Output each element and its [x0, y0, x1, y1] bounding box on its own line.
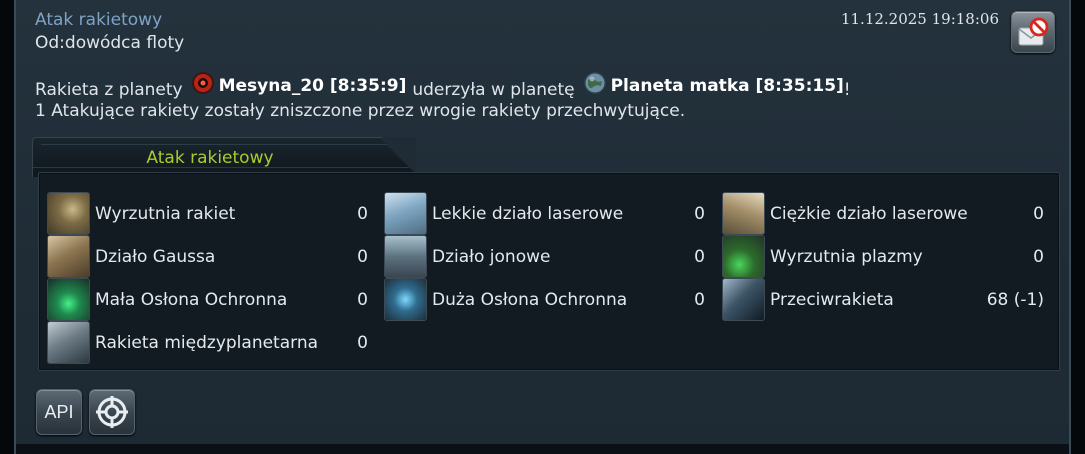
target-planet-link[interactable]: Planeta matka [8:35:15] [611, 76, 844, 96]
unit-rocket-launcher: Wyrzutnia rakiet 0 [47, 192, 368, 235]
unit-heavy-laser: Ciężkie działo laserowe 0 [722, 192, 1044, 235]
unit-gauss-cannon: Działo Gaussa 0 [47, 235, 368, 278]
unit-light-laser: Lekkie działo laserowe 0 [384, 192, 705, 235]
unit-small-shield-dome: Mała Osłona Ochronna 0 [47, 278, 368, 321]
attack-summary-line: Rakieta z planety Mesyna_20 [8:35:9] ude… [35, 72, 851, 100]
ion-cannon-icon [384, 235, 427, 278]
unit-count: 0 [357, 332, 368, 353]
unit-name: Działo jonowe [432, 246, 551, 267]
unit-name: Wyrzutnia plazmy [770, 246, 923, 267]
crosshair-icon [96, 396, 128, 428]
unit-interplanetary-missile: Rakieta międzyplanetarna 0 [47, 321, 368, 364]
unit-count: 68 (-1) [986, 289, 1044, 310]
summary-prefix: Rakieta z planety [35, 80, 183, 100]
mail-delete-icon [1018, 17, 1049, 46]
interplanetary-missile-icon [47, 321, 90, 364]
unit-count: 0 [357, 203, 368, 224]
unit-name: Duża Osłona Ochronna [432, 289, 628, 310]
coordinates-target-button[interactable] [89, 389, 135, 435]
unit-ion-cannon: Działo jonowe 0 [384, 235, 705, 278]
message-sender: Od:dowódca floty [35, 33, 185, 53]
delete-message-button[interactable] [1011, 11, 1055, 53]
unit-name: Lekkie działo laserowe [432, 203, 624, 224]
unit-name: Wyrzutnia rakiet [95, 203, 236, 224]
unit-name: Rakieta międzyplanetarna [95, 332, 319, 353]
api-button-label: API [44, 401, 74, 422]
anti-ballistic-missile-icon [722, 278, 765, 321]
message-subject: Atak rakietowy [35, 10, 163, 30]
plasma-turret-icon [722, 235, 765, 278]
home-planet-icon[interactable] [583, 71, 607, 95]
rocket-launcher-icon [47, 192, 90, 235]
unit-count: 0 [1033, 246, 1044, 267]
unit-anti-ballistic-missile: Przeciwrakieta 68 (-1) [722, 278, 1044, 321]
summary-suffix: ! [843, 80, 851, 100]
light-laser-icon [384, 192, 427, 235]
message-date: 11.12.2025 19:18:06 [840, 10, 999, 28]
tab-stripe [41, 144, 401, 145]
unit-count: 0 [694, 289, 705, 310]
unit-count: 0 [357, 289, 368, 310]
unit-name: Ciężkie działo laserowe [770, 203, 968, 224]
report-tab[interactable]: Atak rakietowy [32, 137, 416, 177]
unit-plasma-turret: Wyrzutnia plazmy 0 [722, 235, 1044, 278]
report-tab-label: Atak rakietowy [146, 148, 274, 168]
interception-note: 1 Atakujące rakiety zostały zniszczone p… [35, 101, 686, 121]
message-panel: Atak rakietowy Od:dowódca floty 11.12.20… [14, 0, 1071, 454]
summary-middle: uderzyła w planetę [412, 80, 575, 100]
unit-name: Przeciwrakieta [770, 289, 894, 310]
defense-report-panel: Wyrzutnia rakiet 0 Lekkie działo laserow… [38, 172, 1060, 371]
source-planet-link[interactable]: Mesyna_20 [8:35:9] [219, 76, 407, 96]
unit-name: Działo Gaussa [95, 246, 216, 267]
unit-count: 0 [694, 203, 705, 224]
gauss-cannon-icon [47, 235, 90, 278]
unit-name: Mała Osłona Ochronna [95, 289, 288, 310]
unit-count: 0 [357, 246, 368, 267]
unit-count: 0 [1033, 203, 1044, 224]
panel-bottom-edge [16, 444, 1069, 454]
api-button[interactable]: API [36, 389, 82, 435]
enemy-planet-icon[interactable] [191, 71, 215, 95]
heavy-laser-icon [722, 192, 765, 235]
unit-large-shield-dome: Duża Osłona Ochronna 0 [384, 278, 705, 321]
small-shield-dome-icon [47, 278, 90, 321]
unit-count: 0 [694, 246, 705, 267]
large-shield-dome-icon [384, 278, 427, 321]
